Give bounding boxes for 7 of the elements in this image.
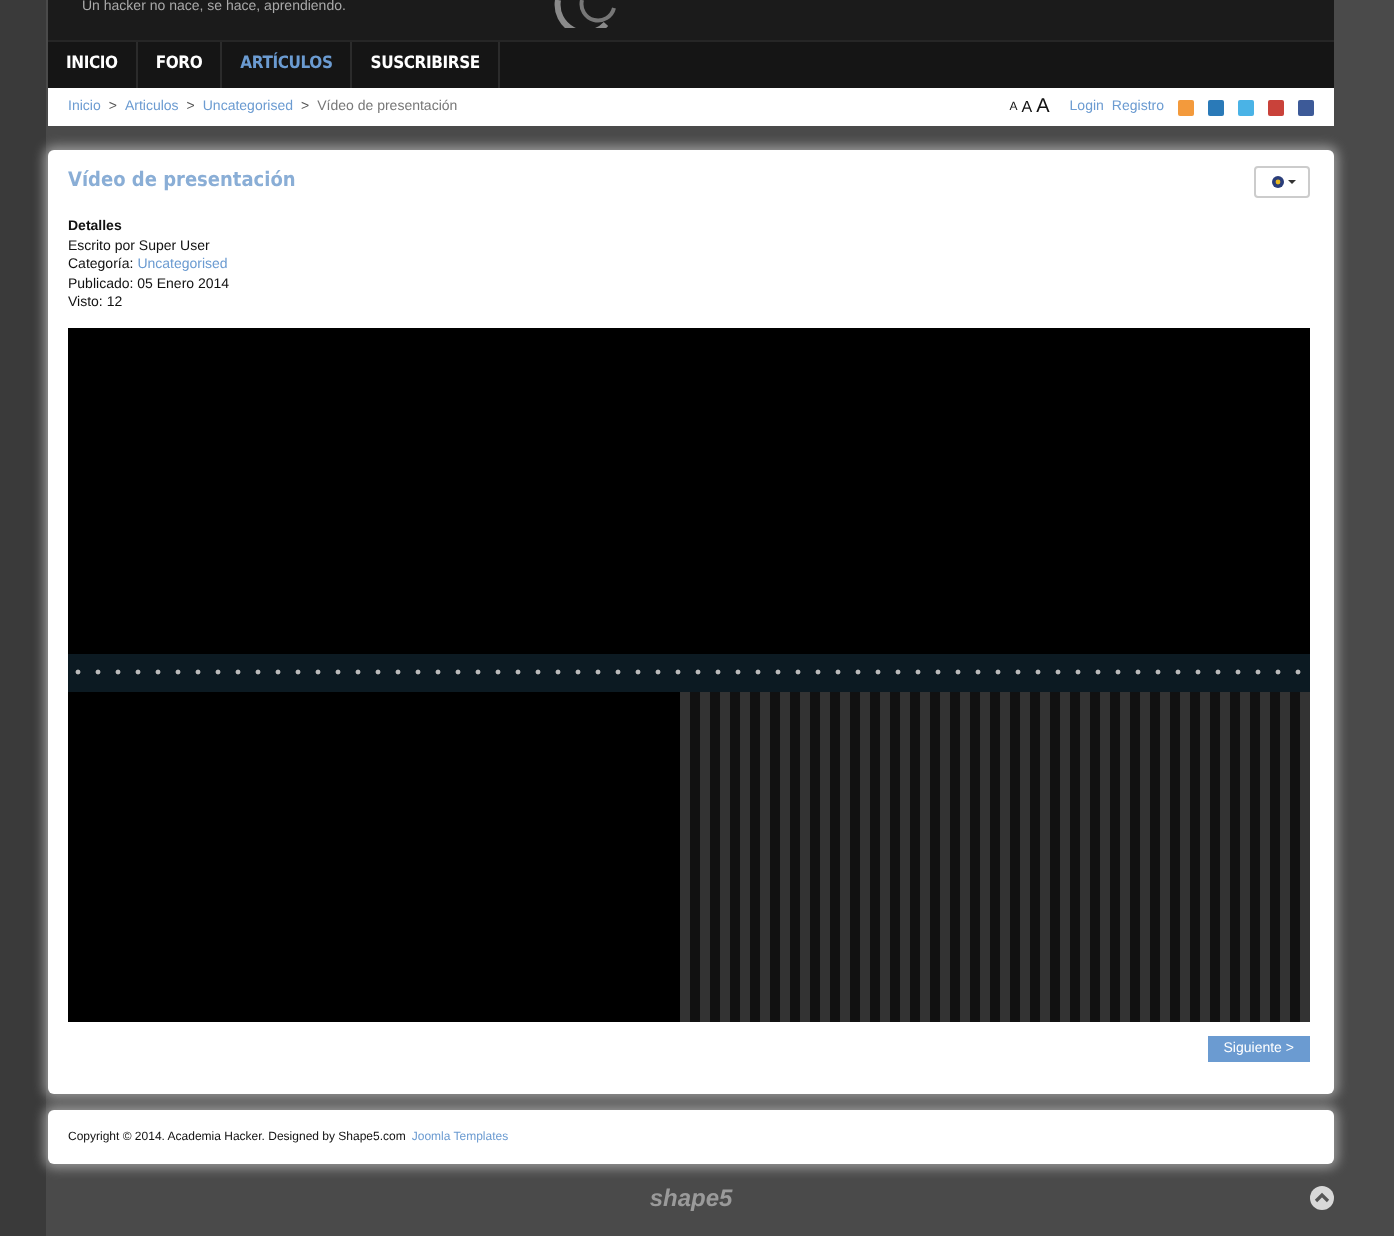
font-size-link[interactable]: A xyxy=(1021,98,1033,116)
footer-logo: shape5 xyxy=(649,1184,733,1212)
options-button[interactable] xyxy=(1254,166,1310,198)
font-size-link[interactable]: A xyxy=(1036,96,1050,118)
gear-icon xyxy=(1269,174,1295,190)
scroll-top-button[interactable] xyxy=(1310,1186,1334,1210)
article-title: Vídeo de presentación xyxy=(68,170,296,192)
